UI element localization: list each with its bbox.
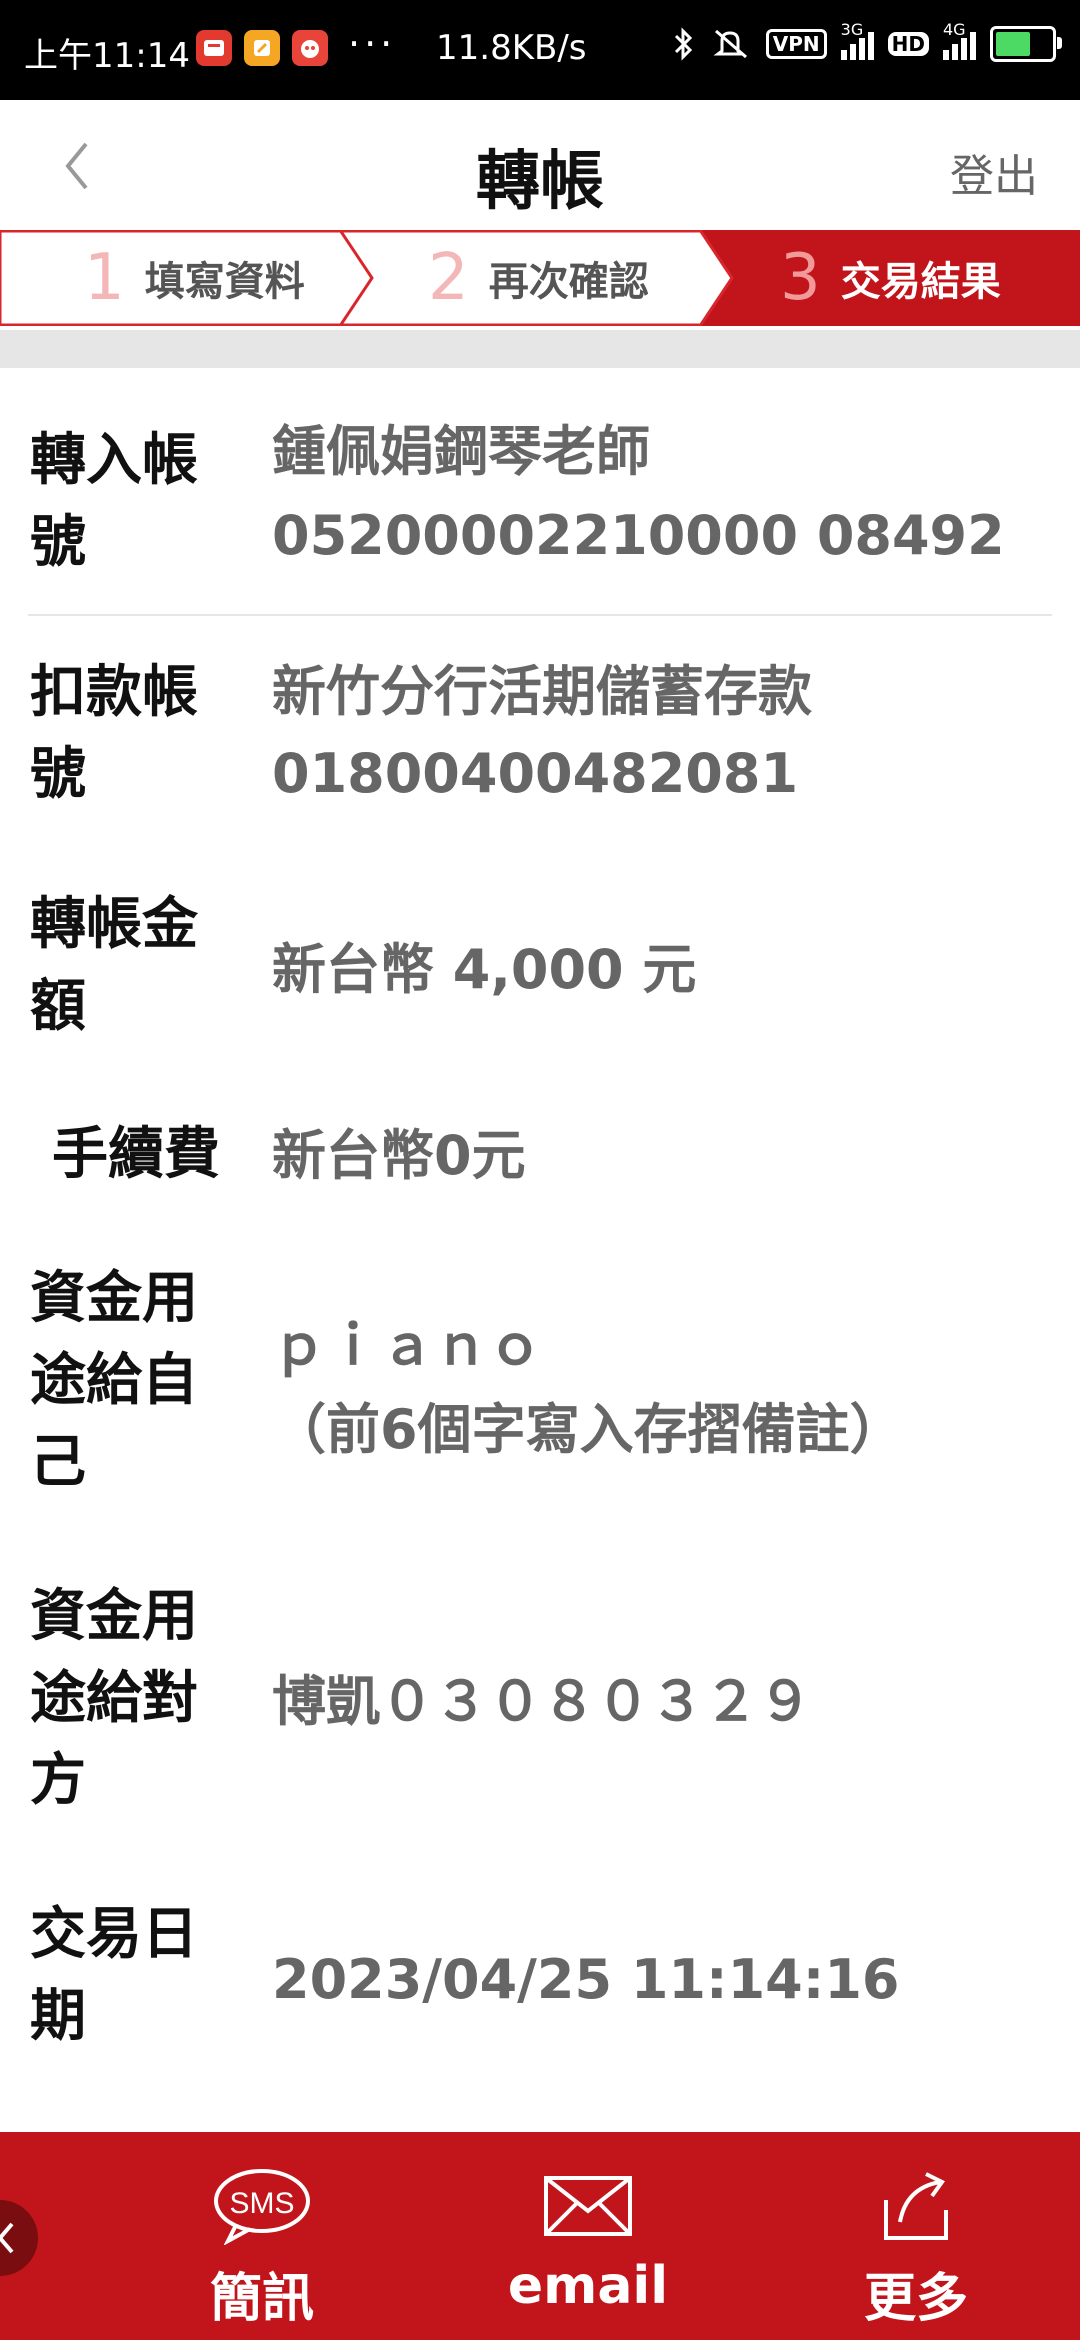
step-number: 2 (428, 241, 469, 315)
to-account-name: 鍾佩娟鋼琴老師 (272, 420, 650, 483)
more-button[interactable]: 更多 (796, 2160, 1036, 2331)
more-label: 更多 (863, 2269, 968, 2329)
amount-value: 新台幣 4,000 元 (272, 938, 697, 1001)
purpose-self-label: 資金用途給自己 (30, 1266, 198, 1495)
step-number: 1 (84, 241, 125, 315)
step-3: 3 交易結果 (780, 230, 1001, 326)
amount-label: 轉帳金額 (30, 892, 198, 1039)
purpose-self-note: （前6個字寫入存摺備註） (272, 1398, 904, 1461)
share-icon (884, 2172, 948, 2240)
step-number: 3 (780, 241, 821, 315)
step-2: 2 再次確認 (428, 230, 649, 326)
app-notification-icon (196, 30, 232, 66)
purpose-other-value: 博凱０３０８０３２９ (272, 1670, 812, 1733)
to-account-number: 05200002210000 08492 (272, 504, 1005, 567)
from-account-label: 扣款帳號 (30, 660, 198, 807)
status-bar: 上午11:14 ··· 11.8KB/s VPN 3G HD 4G (0, 0, 1080, 100)
email-button[interactable]: email (468, 2160, 708, 2316)
chevron-left-icon (0, 2222, 14, 2254)
svg-text:SMS: SMS (229, 2187, 294, 2220)
game-app-icon (292, 30, 328, 66)
system-icons: VPN 3G HD 4G (670, 20, 1062, 62)
progress-steps: 1 填寫資料 2 再次確認 3 交易結果 (0, 230, 1080, 326)
vpn-icon: VPN (765, 29, 827, 59)
sms-icon: SMS (214, 2169, 310, 2245)
step-1: 1 填寫資料 (84, 230, 305, 326)
battery-icon (990, 26, 1062, 62)
signal-4g-icon: 4G (943, 20, 976, 60)
section-separator (0, 330, 1080, 368)
bluetooth-icon (674, 27, 692, 61)
date-label: 交易日期 (30, 1902, 198, 2049)
email-icon (544, 2176, 632, 2236)
fee-label: 手續費 (52, 1122, 220, 1187)
more-notifications-icon: ··· (348, 22, 397, 66)
notification-icons (196, 30, 328, 66)
app-header: 轉帳 登出 (0, 100, 1080, 230)
notes-app-icon (244, 30, 280, 66)
bottom-action-bar: SMS 簡訊 email 更多 (0, 2132, 1080, 2340)
from-account-number: 01800400482081 (272, 742, 799, 805)
fee-value: 新台幣0元 (272, 1124, 526, 1187)
email-label: email (507, 2256, 669, 2316)
to-account-label: 轉入帳號 (30, 428, 198, 575)
mute-icon (713, 29, 747, 59)
step-label: 填寫資料 (144, 259, 305, 305)
network-speed: 11.8KB/s (436, 28, 587, 68)
purpose-self-value: ｐｉａｎｏ (272, 1314, 542, 1377)
step-label: 交易結果 (840, 259, 1001, 305)
purpose-other-label: 資金用途給對方 (30, 1584, 198, 1813)
page-title: 轉帳 (476, 145, 604, 219)
logout-button[interactable]: 登出 (950, 140, 1038, 204)
sms-label: 簡訊 (209, 2269, 314, 2329)
signal-3g-icon: 3G (840, 20, 874, 60)
from-account-name: 新竹分行活期儲蓄存款 (272, 660, 812, 723)
hd-icon: HD (887, 32, 929, 56)
divider (28, 614, 1052, 616)
date-value: 2023/04/25 11:14:16 (272, 1948, 900, 2011)
sms-button[interactable]: SMS 簡訊 (142, 2160, 382, 2331)
step-label: 再次確認 (488, 259, 649, 305)
status-time: 上午11:14 (24, 36, 190, 76)
